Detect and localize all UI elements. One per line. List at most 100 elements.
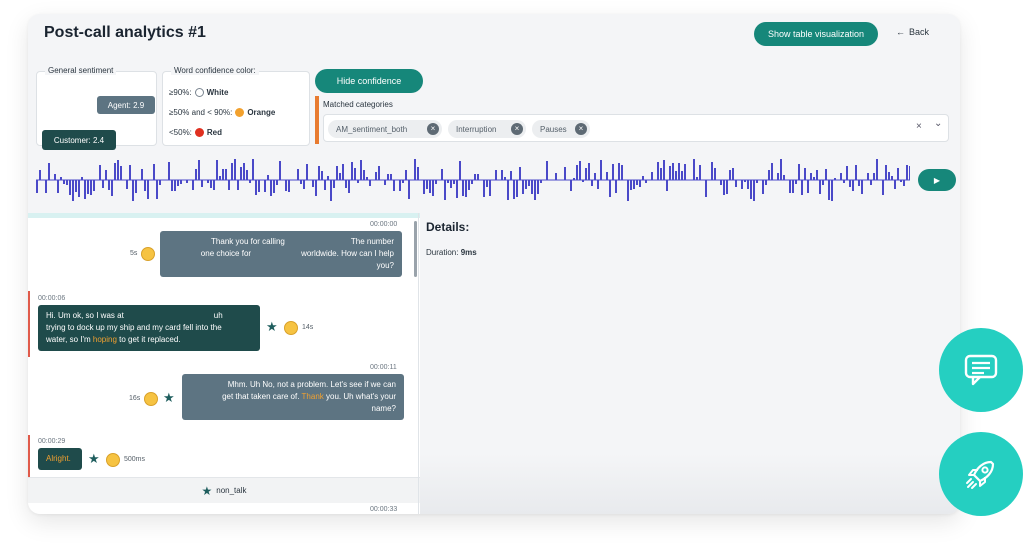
waveform-bar [297, 169, 299, 180]
transcript-panel[interactable]: 00:00:00 5s Thank you for calling The num… [28, 213, 420, 514]
waveform-bar [585, 168, 587, 180]
waveform-bar [450, 180, 452, 188]
waveform-bar [633, 180, 635, 189]
transcript-scrollbar[interactable] [414, 221, 417, 277]
waveform-bar [36, 180, 38, 193]
duration-value: 9ms [460, 248, 477, 257]
show-table-visualization-button[interactable]: Show table visualization [754, 22, 878, 46]
waveform-bar [141, 169, 143, 180]
confidence-row-red: <50%: Red [169, 128, 222, 137]
waveform-bar [168, 162, 170, 180]
waveform-bar [87, 180, 89, 194]
message-text: Hi. Um ok, so I was at [46, 311, 124, 320]
waveform-bar [315, 180, 317, 196]
waveform-bar [615, 180, 617, 193]
waveform-bar [225, 169, 227, 180]
waveform-bar [663, 160, 665, 180]
clear-all-icon[interactable]: × [916, 121, 922, 132]
waveform-bar [264, 180, 266, 192]
audio-waveform[interactable] [36, 154, 910, 206]
waveform-bar [180, 180, 182, 184]
waveform-bar [807, 180, 809, 193]
play-button[interactable]: ▶ [918, 169, 956, 191]
waveform-bar [873, 173, 875, 180]
remove-chip-icon[interactable]: × [511, 123, 523, 135]
waveform-bar [735, 180, 737, 187]
message-duration: 500ms [124, 456, 146, 463]
waveform-bar [729, 170, 731, 180]
star-icon[interactable]: ★ [163, 391, 175, 405]
waveform-bar [342, 164, 344, 180]
message-timestamp: 00:00:33 [370, 506, 398, 513]
waveform-bar [819, 180, 821, 194]
waveform-bar [909, 166, 910, 180]
waveform-bar [639, 180, 641, 187]
confidence-color-name: White [206, 88, 229, 97]
details-duration: Duration: 9ms [426, 248, 477, 257]
confidence-row-white: ≥90%: White [169, 88, 228, 97]
waveform-bar [810, 173, 812, 180]
waveform-bar [519, 167, 521, 180]
star-icon[interactable]: ★ [88, 452, 100, 466]
orange-dot-icon [235, 108, 245, 117]
waveform-bar [636, 180, 638, 185]
transcript-top-bar [28, 213, 420, 218]
waveform-bar [642, 176, 644, 180]
waveform-bar [792, 180, 794, 193]
waveform-bar [594, 173, 596, 180]
waveform-bar [231, 163, 233, 180]
waveform-bar [858, 180, 860, 186]
non-talk-segment[interactable]: ★ non_talk [28, 477, 420, 503]
waveform-bar [861, 180, 863, 194]
waveform-bar [699, 165, 701, 180]
waveform-bar [783, 175, 785, 180]
message-text: water, so I'm [46, 335, 93, 344]
waveform-bar [693, 159, 695, 180]
waveform-bar [477, 174, 479, 180]
waveform-bar [537, 180, 539, 194]
star-icon: ★ [201, 483, 213, 498]
waveform-bar [213, 180, 215, 190]
red-dot-icon [194, 128, 204, 137]
waveform-bar [681, 171, 683, 180]
confidence-row-orange: ≥50% and < 90%: Orange [169, 108, 275, 117]
chevron-down-icon[interactable]: ⌄ [934, 118, 942, 129]
waveform-bar [177, 180, 179, 186]
waveform-bar [675, 171, 677, 180]
waveform-bar [378, 166, 380, 180]
waveform-bar [75, 180, 77, 192]
waveform-bar [198, 160, 200, 180]
back-button[interactable]: ← Back [896, 27, 929, 37]
waveform-bar [849, 180, 851, 187]
waveform-bar [780, 159, 782, 180]
waveform-bar [45, 180, 47, 193]
waveform-bar [627, 180, 629, 201]
waveform-bar [462, 180, 464, 196]
waveform-bar [678, 163, 680, 180]
page-title: Post-call analytics #1 [44, 24, 206, 41]
message-text: Thank you for calling [211, 237, 285, 246]
hide-confidence-button[interactable]: Hide confidence [315, 69, 423, 93]
matched-categories: Matched categories AM_sentiment_both × I… [315, 96, 949, 144]
message-line: water, so I'm hoping to get it replaced. [46, 334, 252, 346]
waveform-bar [351, 162, 353, 180]
waveform-bar [48, 163, 50, 180]
message-text: one choice for [200, 249, 252, 258]
rocket-fab-button[interactable] [939, 432, 1023, 516]
waveform-bar [300, 180, 302, 184]
message-text: worldwide. How can I help [301, 249, 394, 258]
message-duration: 14s [302, 324, 314, 331]
chat-fab-button[interactable] [939, 328, 1023, 412]
waveform-bar [600, 160, 602, 180]
neutral-face-icon [144, 392, 158, 406]
categories-select[interactable]: AM_sentiment_both × Interruption × Pause… [323, 114, 949, 142]
waveform-bar [630, 180, 632, 190]
star-icon[interactable]: ★ [266, 320, 278, 334]
remove-chip-icon[interactable]: × [575, 123, 587, 135]
remove-chip-icon[interactable]: × [427, 123, 439, 135]
waveform-bar [588, 163, 590, 180]
waveform-bar [546, 161, 548, 180]
waveform-bar [324, 180, 326, 190]
waveform-bar [63, 180, 65, 184]
waveform-bar [801, 180, 803, 195]
